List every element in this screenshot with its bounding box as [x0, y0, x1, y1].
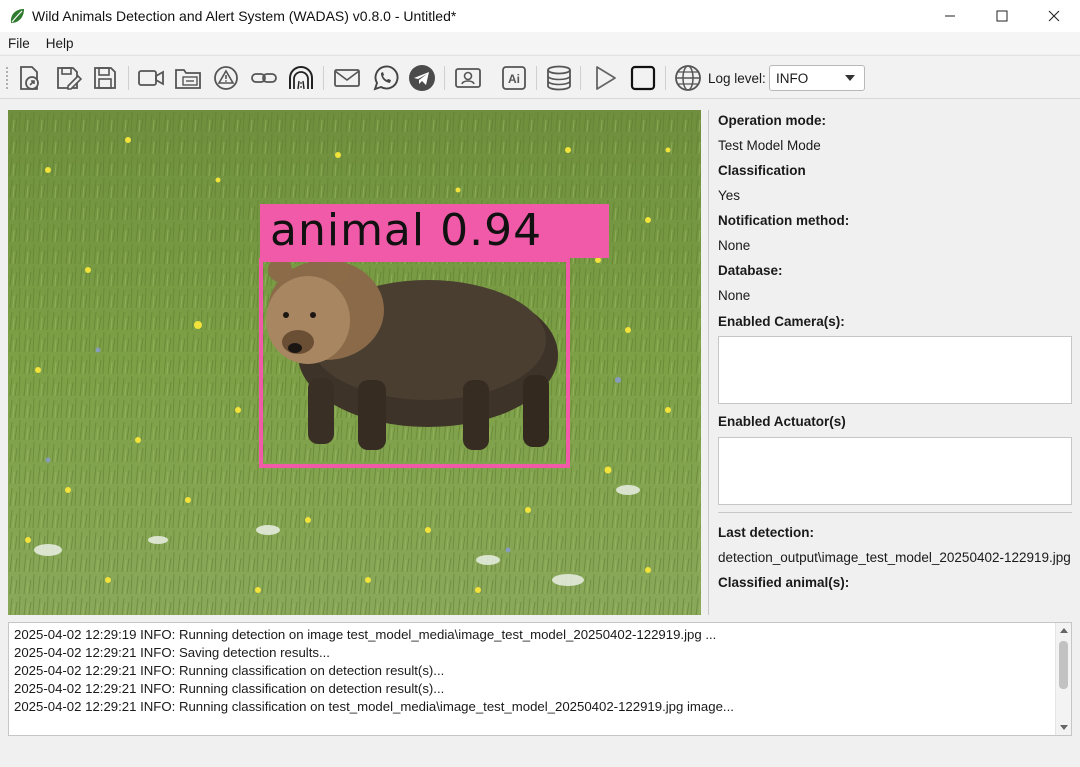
database-button[interactable]: [544, 63, 574, 93]
notification-method-value: None: [718, 238, 751, 253]
toolbar-separator: [323, 66, 324, 90]
database-icon: [547, 65, 571, 91]
last-detection-label: Last detection:: [718, 525, 815, 540]
log-line: 2025-04-02 12:29:21 INFO: Saving detecti…: [14, 645, 330, 660]
log-scrollbar[interactable]: [1055, 623, 1071, 735]
run-button[interactable]: [590, 63, 620, 93]
log-level-label: Log level:: [708, 71, 766, 86]
log-line: 2025-04-02 12:29:21 INFO: Running classi…: [14, 681, 445, 696]
notification-method-label: Notification method:: [718, 213, 850, 228]
ftp-folder-button[interactable]: [173, 63, 203, 93]
enabled-actuators-list[interactable]: [718, 437, 1072, 505]
svg-text:Ai: Ai: [508, 72, 520, 86]
ai-model-settings-icon: [455, 68, 481, 88]
play-icon: [596, 66, 616, 90]
toolbar-separator: [580, 66, 581, 90]
email-button[interactable]: [332, 63, 362, 93]
minimize-button[interactable]: [924, 0, 976, 32]
enabled-cameras-label: Enabled Camera(s):: [718, 314, 845, 329]
detection-label: animal 0.94: [260, 204, 609, 258]
toolbar-separator: [444, 66, 445, 90]
toolbar-separator: [128, 66, 129, 90]
log-panel[interactable]: 2025-04-02 12:29:19 INFO: Running detect…: [8, 622, 1072, 736]
ai-button[interactable]: Ai: [499, 63, 529, 93]
maximize-icon: [996, 10, 1008, 22]
telegram-icon: [409, 65, 435, 91]
select-mode-button[interactable]: [14, 63, 44, 93]
link-icon: [251, 73, 277, 83]
menu-help[interactable]: Help: [38, 36, 82, 51]
enabled-cameras-list[interactable]: [718, 336, 1072, 404]
menu-bar: File Help: [0, 32, 1080, 54]
database-value: None: [718, 288, 751, 303]
scroll-up-icon[interactable]: [1060, 628, 1068, 633]
menu-file[interactable]: File: [0, 36, 38, 51]
operation-mode-value: Test Model Mode: [718, 138, 821, 153]
panel-splitter[interactable]: [708, 110, 709, 615]
detection-bounding-box: [259, 258, 570, 468]
classification-value: Yes: [718, 188, 741, 203]
classified-animals-label: Classified animal(s):: [718, 575, 850, 590]
log-level-value: INFO: [776, 70, 809, 86]
stop-button[interactable]: [628, 63, 658, 93]
language-button[interactable]: [673, 63, 703, 93]
info-panel: Operation mode: Test Model Mode Classifi…: [718, 110, 1074, 615]
ai-model-settings-button[interactable]: [453, 63, 483, 93]
telegram-button[interactable]: [407, 63, 437, 93]
classification-label: Classification: [718, 163, 806, 178]
log-line: 2025-04-02 12:29:19 INFO: Running detect…: [14, 627, 717, 642]
operation-mode-label: Operation mode:: [718, 113, 827, 128]
stop-icon: [630, 65, 656, 91]
tunnel-button[interactable]: [286, 63, 316, 93]
toolbar: Ai Log level: INFO: [0, 55, 1080, 99]
close-icon: [1048, 10, 1060, 22]
log-level-dropdown[interactable]: INFO: [769, 65, 865, 91]
actuator-alert-button[interactable]: [211, 63, 241, 93]
save-button[interactable]: [90, 63, 120, 93]
database-label: Database:: [718, 263, 783, 278]
maximize-button[interactable]: [976, 0, 1028, 32]
whatsapp-icon: [373, 65, 399, 91]
wadas-logo-icon: [10, 9, 24, 23]
window-title: Wild Animals Detection and Alert System …: [32, 8, 457, 24]
toolbar-grip[interactable]: [5, 66, 9, 90]
connect-button[interactable]: [249, 63, 279, 93]
tunnel-icon: [289, 66, 313, 90]
scrollbar-thumb[interactable]: [1059, 641, 1068, 689]
save-as-icon: [57, 67, 82, 90]
toolbar-separator: [665, 66, 666, 90]
camera-icon: [138, 70, 164, 86]
close-button[interactable]: [1028, 0, 1080, 32]
log-line: 2025-04-02 12:29:21 INFO: Running classi…: [14, 699, 734, 714]
minimize-icon: [945, 15, 955, 17]
toolbar-separator: [536, 66, 537, 90]
select-mode-icon: [20, 66, 39, 90]
chevron-down-icon: [845, 75, 855, 81]
info-divider: [718, 512, 1072, 513]
email-icon: [334, 69, 360, 87]
last-detection-value: detection_output\image_test_model_202504…: [718, 550, 1071, 565]
scroll-down-icon[interactable]: [1060, 725, 1068, 730]
globe-icon: [675, 65, 701, 91]
save-icon: [94, 67, 116, 89]
actuator-alert-icon: [214, 66, 238, 90]
save-as-button[interactable]: [53, 63, 83, 93]
enabled-actuators-label: Enabled Actuator(s): [718, 414, 846, 429]
camera-button[interactable]: [136, 63, 166, 93]
log-line: 2025-04-02 12:29:21 INFO: Running classi…: [14, 663, 445, 678]
title-bar: Wild Animals Detection and Alert System …: [0, 0, 1080, 32]
whatsapp-button[interactable]: [370, 63, 400, 93]
ai-icon: Ai: [502, 66, 526, 90]
ftp-folder-icon: [175, 69, 201, 89]
detection-image-panel: animal 0.94: [8, 110, 701, 615]
